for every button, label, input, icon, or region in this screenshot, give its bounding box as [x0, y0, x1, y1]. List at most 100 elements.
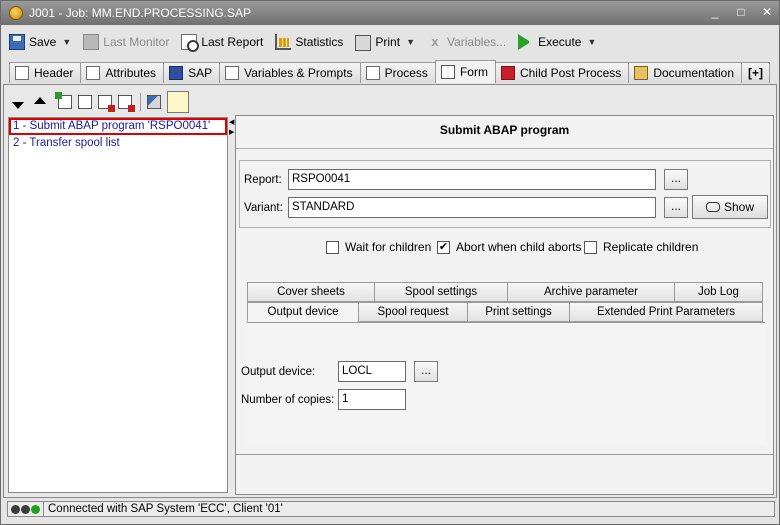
documentation-icon	[634, 66, 649, 80]
collapse-left-icon[interactable]: ◀	[229, 119, 234, 127]
step-form: Submit ABAP program Report: RSPO0041 ...…	[235, 115, 774, 495]
move-up-icon[interactable]	[34, 96, 46, 104]
tab-spool-request[interactable]: Spool request	[358, 302, 468, 322]
copies-label: Number of copies:	[241, 394, 335, 406]
variant-label: Variant:	[244, 202, 283, 214]
bar-chart-icon	[275, 34, 292, 50]
app-icon	[9, 6, 23, 20]
print-dropdown-icon[interactable]: ▼	[406, 37, 415, 47]
tab-archive-parameter[interactable]: Archive parameter	[507, 282, 675, 302]
status-bar: Connected with SAP System 'ECC', Client …	[7, 501, 775, 517]
definition-tabs: Header Attributes SAP Variables & Prompt…	[9, 60, 775, 83]
print-label: Print	[375, 35, 401, 49]
tab-sap[interactable]: SAP	[163, 62, 221, 83]
copy-step-icon[interactable]	[78, 95, 92, 109]
execute-label: Execute	[538, 35, 582, 49]
report-label: Report:	[244, 174, 282, 186]
minimize-button[interactable]: _	[709, 5, 721, 19]
print-button[interactable]: Print ▼	[355, 31, 415, 53]
tab-spool-settings[interactable]: Spool settings	[374, 282, 508, 302]
maximize-button[interactable]: □	[735, 5, 747, 19]
last-monitor-button[interactable]: Last Monitor	[83, 31, 169, 53]
wait-for-children-checkbox[interactable]: Wait for children	[326, 240, 431, 254]
statistics-button[interactable]: Statistics	[275, 31, 343, 53]
statistics-label: Statistics	[295, 35, 344, 49]
form-view-toggle-icon[interactable]	[167, 91, 189, 113]
tab-extended-print-parameters[interactable]: Extended Print Parameters	[569, 302, 763, 322]
attributes-icon	[86, 66, 101, 80]
delete-step-icon[interactable]	[118, 95, 135, 112]
show-button[interactable]: Show	[692, 195, 768, 219]
collapse-right-icon[interactable]: ▶	[229, 129, 234, 137]
save-label: Save	[29, 35, 57, 49]
tab-documentation[interactable]: Documentation	[628, 62, 743, 83]
variables-label: Variables...	[446, 35, 507, 49]
tab-form[interactable]: Form	[434, 60, 496, 83]
checkbox-box	[326, 240, 339, 254]
edit-step-icon[interactable]	[98, 95, 115, 112]
save-icon	[9, 34, 25, 50]
report-search-icon	[181, 34, 200, 52]
divider	[236, 454, 773, 455]
tab-print-settings[interactable]: Print settings	[467, 302, 570, 322]
window-title: J001 - Job: MM.END.PROCESSING.SAP	[29, 6, 252, 20]
connection-status-icon	[8, 502, 44, 516]
last-report-label: Last Report	[201, 35, 264, 49]
monitor-icon	[83, 34, 100, 50]
tab-job-log[interactable]: Job Log	[674, 282, 763, 302]
add-step-icon[interactable]	[55, 92, 72, 109]
job-window: J001 - Job: MM.END.PROCESSING.SAP _ □ ✕ …	[0, 0, 780, 525]
replicate-children-checkbox[interactable]: Replicate children	[584, 240, 698, 254]
status-led	[11, 504, 20, 514]
toolbar-divider	[140, 93, 141, 111]
close-button[interactable]: ✕	[761, 5, 773, 19]
tab-variables-prompts[interactable]: Variables & Prompts	[219, 62, 361, 83]
form-icon	[440, 65, 455, 79]
list-item[interactable]: 1 - Submit ABAP program 'RSPO0041'	[9, 118, 227, 135]
play-icon	[518, 34, 534, 50]
execute-dropdown-icon[interactable]: ▼	[587, 37, 596, 47]
divider	[236, 148, 773, 149]
sap-icon	[169, 66, 184, 80]
variables-icon: x	[431, 34, 439, 49]
output-device-label: Output device:	[241, 366, 316, 378]
binoculars-icon	[705, 202, 720, 212]
output-device-browse-button[interactable]: ...	[414, 361, 438, 382]
tab-header[interactable]: Header	[9, 62, 82, 83]
checkmark-icon: ✔	[437, 240, 450, 254]
step-toolbar	[8, 91, 195, 113]
save-button[interactable]: Save ▼	[9, 31, 71, 53]
subtab-row-2: Output device Spool request Print settin…	[247, 302, 763, 322]
list-item[interactable]: 2 - Transfer spool list	[9, 135, 227, 152]
subtab-row-1: Cover sheets Spool settings Archive para…	[247, 282, 763, 302]
status-led	[31, 504, 40, 514]
window-controls: _ □ ✕	[709, 5, 773, 19]
report-browse-button[interactable]: ...	[664, 169, 688, 190]
pen-icon[interactable]	[147, 95, 161, 109]
output-device-panel: Output device: LOCL ... Number of copies…	[241, 322, 765, 446]
add-tab-button[interactable]: [+]	[741, 62, 771, 83]
copies-input[interactable]: 1	[338, 389, 406, 410]
tab-process[interactable]: Process	[359, 62, 436, 83]
abort-when-child-aborts-checkbox[interactable]: ✔ Abort when child aborts	[437, 240, 581, 254]
panel-splitter[interactable]: ◀ ▶	[229, 117, 234, 493]
child-options: Wait for children ✔ Abort when child abo…	[236, 240, 773, 258]
tab-output-device[interactable]: Output device	[247, 302, 359, 322]
tab-child-post-process[interactable]: Child Post Process	[494, 62, 630, 83]
move-down-icon[interactable]	[12, 101, 24, 109]
execute-button[interactable]: Execute ▼	[518, 31, 596, 53]
save-dropdown-icon[interactable]: ▼	[62, 37, 71, 47]
variables-button[interactable]: x Variables...	[427, 31, 506, 53]
header-icon	[15, 66, 29, 80]
add-tab-icon: [+]	[748, 66, 764, 80]
last-report-button[interactable]: Last Report	[181, 31, 263, 53]
variant-input[interactable]: STANDARD	[288, 197, 656, 218]
variant-browse-button[interactable]: ...	[664, 197, 688, 218]
output-device-input[interactable]: LOCL	[338, 361, 406, 382]
program-fieldset: Report: RSPO0041 ... Variant: STANDARD .…	[239, 160, 771, 228]
process-icon	[365, 66, 380, 80]
report-input[interactable]: RSPO0041	[288, 169, 656, 190]
tab-attributes[interactable]: Attributes	[80, 62, 165, 83]
printer-icon	[355, 35, 372, 51]
tab-cover-sheets[interactable]: Cover sheets	[247, 282, 375, 302]
